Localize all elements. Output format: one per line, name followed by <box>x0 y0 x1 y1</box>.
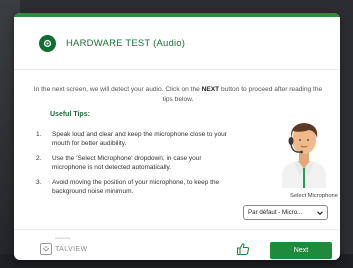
tip-text: Avoid moving the position of your microp… <box>52 179 220 195</box>
intro-text-bold: NEXT <box>201 86 220 93</box>
select-microphone-label: Select Microphone <box>289 193 338 199</box>
tip-number: 1. <box>36 131 42 138</box>
microphone-select[interactable]: Par défaut - Micro... <box>243 205 328 220</box>
tips-list: 1. Speak loud and clear and keep the mic… <box>36 130 232 202</box>
next-button[interactable]: Next <box>270 242 332 259</box>
tip-number: 3. <box>36 179 42 186</box>
tip-text: Speak loud and clear and keep the microp… <box>52 131 227 147</box>
tip-item: 3. Avoid moving the position of your mic… <box>36 178 232 196</box>
dialog-header: HARDWARE TEST (Audio) <box>14 17 340 70</box>
talview-logo-icon <box>40 243 52 255</box>
footer-divider <box>14 229 340 230</box>
tip-item: 1. Speak loud and clear and keep the mic… <box>36 130 232 148</box>
useful-tips-heading: Useful Tips: <box>50 111 90 118</box>
hardware-test-dialog: HARDWARE TEST (Audio) In the next screen… <box>14 13 340 260</box>
microphone-select-value: Par défaut - Micro... <box>248 209 303 216</box>
thumbs-up-icon <box>236 243 250 256</box>
dialog-title: HARDWARE TEST (Audio) <box>66 37 186 49</box>
webcam-icon <box>39 34 56 52</box>
person-with-headset-illustration <box>282 123 326 188</box>
chevron-down-icon <box>317 210 323 215</box>
intro-text-part1: In the next screen, we will detect your … <box>33 86 202 93</box>
powered-by-text: powered by <box>55 236 71 240</box>
tip-item: 2. Use the 'Select Microphone' dropdown,… <box>36 154 232 172</box>
intro-text: In the next screen, we will detect your … <box>30 85 326 104</box>
talview-logo-text: TALVIEW <box>55 245 88 253</box>
tip-text: Use the 'Select Microphone' dropdown, in… <box>52 155 202 171</box>
talview-logo: TALVIEW <box>40 243 88 255</box>
tip-number: 2. <box>36 155 42 162</box>
